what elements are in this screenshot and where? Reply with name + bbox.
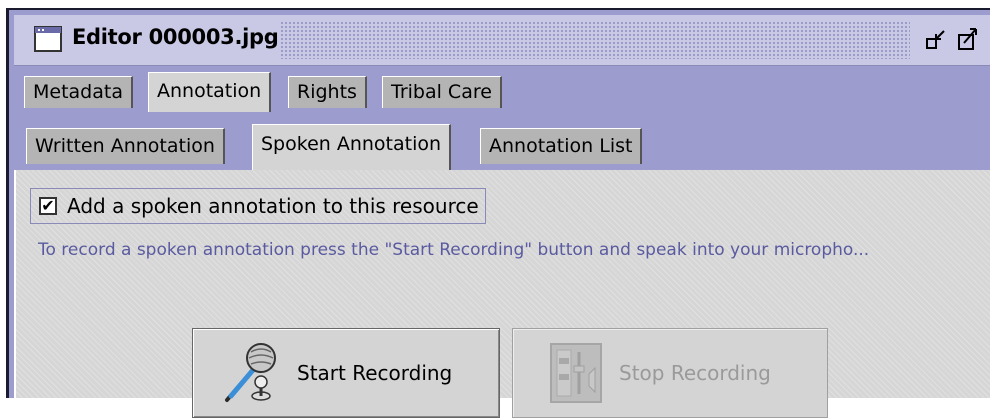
minimize-icon[interactable] [924, 23, 948, 53]
tab-rights[interactable]: Rights [288, 76, 367, 108]
start-recording-button[interactable]: Start Recording [192, 328, 500, 418]
spoken-annotation-label: Add a spoken annotation to this resource [67, 194, 479, 218]
spoken-annotation-checkbox[interactable]: ✔ [39, 197, 57, 215]
start-recording-label: Start Recording [297, 361, 453, 385]
recording-hint: To record a spoken annotation press the … [38, 240, 870, 260]
main-tabs: Metadata Annotation Rights Tribal Care [14, 66, 990, 114]
tab-annotation-list[interactable]: Annotation List [480, 128, 643, 164]
window-title: Editor 000003.jpg [72, 25, 279, 49]
window-icon [34, 26, 62, 52]
tab-written-annotation[interactable]: Written Annotation [26, 128, 225, 164]
maximize-icon[interactable] [956, 23, 980, 53]
annotation-subtabs: Written Annotation Spoken Annotation Ann… [14, 112, 990, 172]
spoken-annotation-toggle[interactable]: ✔ Add a spoken annotation to this resour… [30, 188, 486, 224]
window-titlebar[interactable]: Editor 000003.jpg [14, 15, 990, 66]
tab-annotation[interactable]: Annotation [148, 72, 272, 112]
stop-recording-label: Stop Recording [619, 361, 771, 385]
spoken-annotation-content: ✔ Add a spoken annotation to this resour… [14, 170, 990, 418]
tab-spoken-annotation[interactable]: Spoken Annotation [252, 124, 452, 172]
stop-recording-button[interactable]: Stop Recording [512, 328, 828, 418]
tab-tribal-care[interactable]: Tribal Care [382, 76, 502, 108]
mixer-icon [550, 343, 602, 403]
titlebar-grip [280, 21, 910, 59]
tab-metadata[interactable]: Metadata [24, 76, 133, 108]
annotation-panel: Written Annotation Spoken Annotation Ann… [14, 112, 990, 418]
